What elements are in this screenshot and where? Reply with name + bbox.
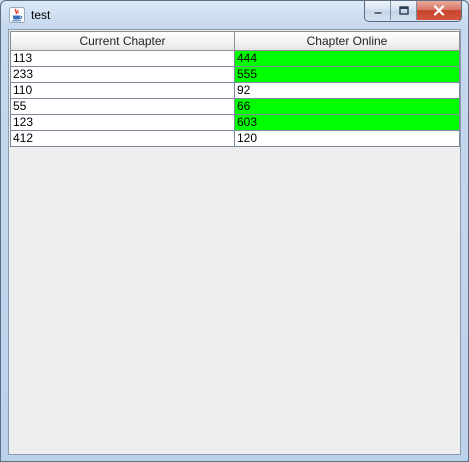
cell-current-chapter[interactable]: 123 [10,115,235,131]
cell-chapter-online[interactable]: 444 [235,51,460,67]
java-cup-icon [9,7,25,23]
cell-current-chapter[interactable]: 233 [10,67,235,83]
chapter-table: Current Chapter Chapter Online 113 444 233… [10,31,460,147]
column-header-current-chapter[interactable]: Current Chapter [10,31,235,51]
caption-buttons [364,1,462,22]
cell-chapter-online[interactable]: 120 [235,131,460,147]
cell-chapter-online[interactable]: 92 [235,83,460,99]
maximize-icon [398,5,409,15]
app-window: test Current Chapter Chapter Online 113 … [0,0,469,462]
cell-current-chapter[interactable]: 110 [10,83,235,99]
table-row[interactable]: 110 92 [10,83,460,99]
cell-chapter-online[interactable]: 555 [235,67,460,83]
minimize-button[interactable] [365,1,391,20]
close-button[interactable] [417,1,461,20]
title-bar[interactable]: test [1,1,468,29]
table-body: 113 444 233 555 110 92 55 66 123 603 412 120 [10,51,460,147]
cell-chapter-online[interactable]: 66 [235,99,460,115]
table-header: Current Chapter Chapter Online [10,31,460,51]
table-row[interactable]: 412 120 [10,131,460,147]
content-pane: Current Chapter Chapter Online 113 444 233… [8,29,461,455]
table-row[interactable]: 123 603 [10,115,460,131]
cell-current-chapter[interactable]: 113 [10,51,235,67]
column-header-chapter-online[interactable]: Chapter Online [235,31,460,51]
window-title: test [31,8,51,22]
cell-chapter-online[interactable]: 603 [235,115,460,131]
table-row[interactable]: 113 444 [10,51,460,67]
close-icon [433,5,445,16]
minimize-icon [373,11,382,14]
cell-current-chapter[interactable]: 412 [10,131,235,147]
table-row[interactable]: 233 555 [10,67,460,83]
maximize-button[interactable] [391,1,417,20]
table-row[interactable]: 55 66 [10,99,460,115]
cell-current-chapter[interactable]: 55 [10,99,235,115]
